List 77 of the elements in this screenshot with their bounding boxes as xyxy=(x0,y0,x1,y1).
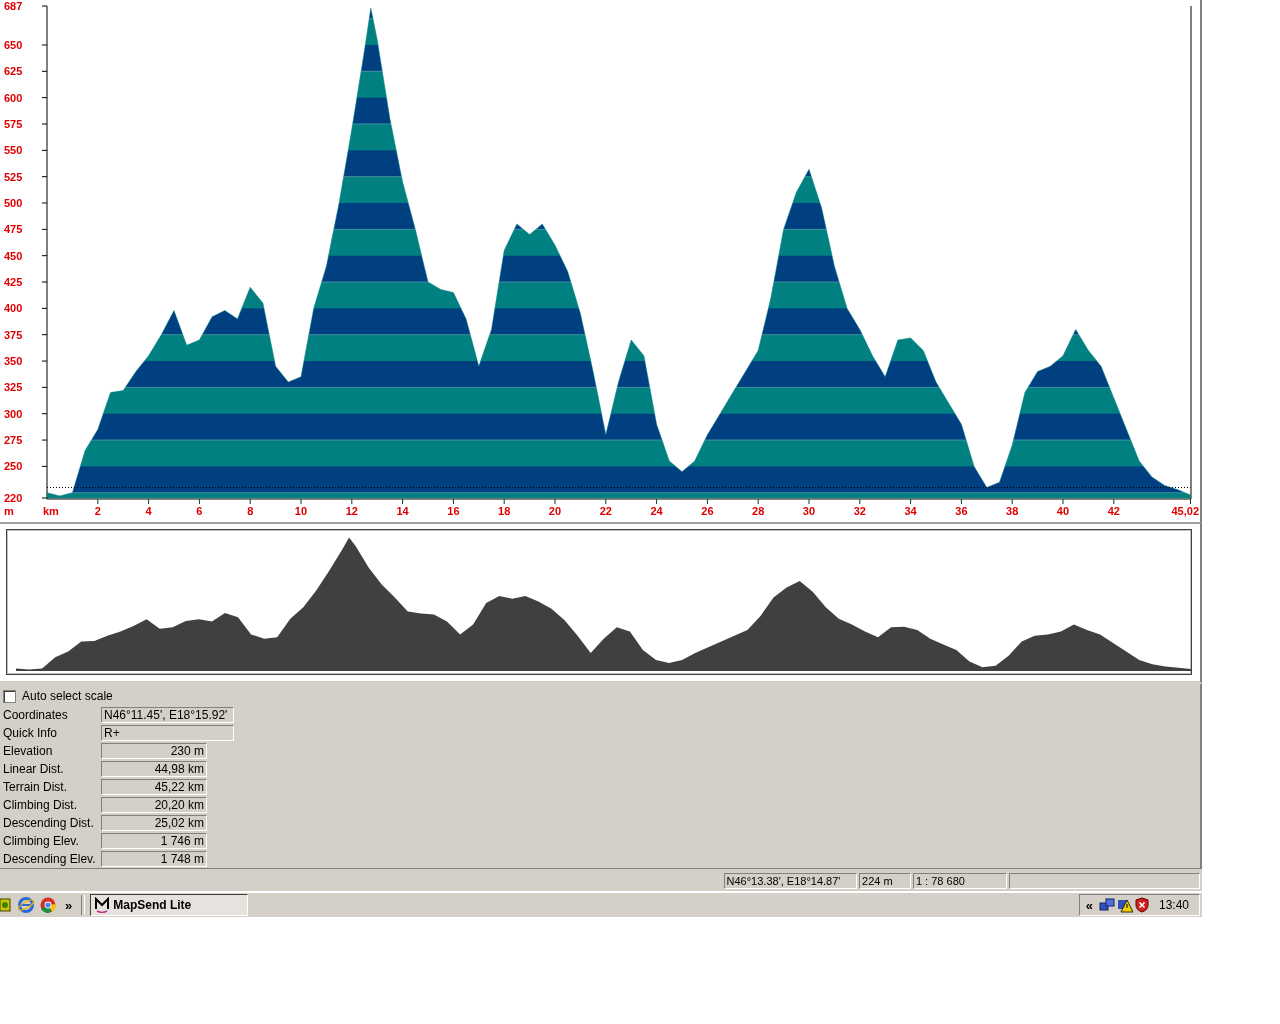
readout-field: 1 746 m xyxy=(101,833,207,849)
y-axis-label: 650 xyxy=(4,39,23,51)
y-axis-label: 687 xyxy=(4,0,23,12)
y-axis-label: 325 xyxy=(4,381,23,394)
readout-field: R+ xyxy=(101,725,234,741)
field-label: Climbing Dist. xyxy=(3,798,78,812)
field-label: Quick Info xyxy=(3,726,59,740)
field-label: Climbing Elev. xyxy=(3,834,80,848)
tray-expand[interactable]: « xyxy=(1081,897,1097,913)
shield-icon[interactable] xyxy=(1134,897,1149,913)
readout-field: 230 m xyxy=(101,743,207,759)
readout-field: 25,02 km xyxy=(101,815,207,831)
readout-field: 1 748 m xyxy=(101,851,207,867)
y-axis-label: 350 xyxy=(4,355,23,368)
field-label: Descending Dist. xyxy=(3,816,95,830)
y-axis-label: 525 xyxy=(4,170,23,183)
x-axis-label: 4 xyxy=(145,505,152,517)
x-axis-label: 22 xyxy=(599,505,612,517)
y-axis-label: 400 xyxy=(4,302,23,315)
x-axis-label: 14 xyxy=(396,505,409,517)
x-axis-label: 16 xyxy=(447,505,460,517)
x-axis-label: 6 xyxy=(196,505,203,517)
field-label: Coordinates xyxy=(3,708,69,722)
readout-field: 45,22 km xyxy=(101,779,207,795)
field-label: Terrain Dist. xyxy=(3,780,68,794)
taskbar-button[interactable]: MapSend Lite xyxy=(90,894,249,916)
x-axis-label: 12 xyxy=(345,505,358,517)
x-axis-label: 18 xyxy=(498,505,511,517)
x-axis-unit: km xyxy=(43,505,59,517)
y-axis-label: 600 xyxy=(4,91,23,104)
y-axis-label: 450 xyxy=(4,249,23,262)
network-icon[interactable] xyxy=(1098,897,1115,913)
x-axis-label: 32 xyxy=(853,505,866,517)
readout-field: N46°11.45', E18°15.92' xyxy=(101,707,234,723)
y-axis-label: 375 xyxy=(4,328,23,341)
y-axis-label: 475 xyxy=(4,223,23,236)
x-axis-label: 20 xyxy=(548,505,562,517)
browser-icon[interactable] xyxy=(17,896,35,914)
status-field: 224 m xyxy=(859,873,911,889)
y-axis-label: 575 xyxy=(4,118,23,130)
checkbox[interactable] xyxy=(3,689,16,703)
y-axis-label: 625 xyxy=(4,65,23,78)
y-axis-label: 300 xyxy=(4,407,23,420)
readout-field: 20,20 km xyxy=(101,797,207,813)
readout-field: 44,98 km xyxy=(101,761,207,777)
show-desktop-icon[interactable] xyxy=(0,897,12,913)
checkbox-label: Auto select scale xyxy=(22,689,113,703)
x-axis-label: 26 xyxy=(701,505,714,517)
x-axis-label: 42 xyxy=(1107,505,1120,517)
field-label: Elevation xyxy=(3,744,54,758)
x-axis-label: 36 xyxy=(955,505,968,517)
x-axis-label: 28 xyxy=(752,505,765,517)
app-icon xyxy=(95,897,110,913)
y-axis-label: 250 xyxy=(4,460,23,473)
x-axis-label: 10 xyxy=(294,505,308,517)
x-axis-label: 34 xyxy=(904,505,917,517)
quick-launch-more[interactable]: » xyxy=(61,897,77,913)
x-axis-label: 24 xyxy=(650,505,663,517)
chrome-icon[interactable] xyxy=(40,897,56,913)
y-axis-label: 550 xyxy=(4,144,23,157)
clock: 13:40 xyxy=(1158,898,1189,912)
y-axis-label: 220 xyxy=(4,492,23,504)
status-field: N46°13.38', E18°14.87' xyxy=(723,873,858,889)
field-label: Descending Elev. xyxy=(3,852,97,866)
x-axis-label: 38 xyxy=(1006,505,1019,517)
x-axis-label: 45,02 xyxy=(1171,505,1199,517)
y-axis-unit: m xyxy=(4,505,14,517)
x-axis-label: 2 xyxy=(94,505,101,517)
y-axis-label: 425 xyxy=(4,276,23,289)
x-axis-label: 40 xyxy=(1056,505,1070,517)
y-axis-label: 275 xyxy=(4,434,23,447)
x-axis-label: 30 xyxy=(802,505,816,517)
y-axis-label: 500 xyxy=(4,197,23,209)
field-label: Linear Dist. xyxy=(3,762,65,776)
warning-icon[interactable] xyxy=(1116,897,1133,913)
status-field: 1 : 78 680 xyxy=(912,873,1007,889)
x-axis-label: 8 xyxy=(247,505,254,517)
